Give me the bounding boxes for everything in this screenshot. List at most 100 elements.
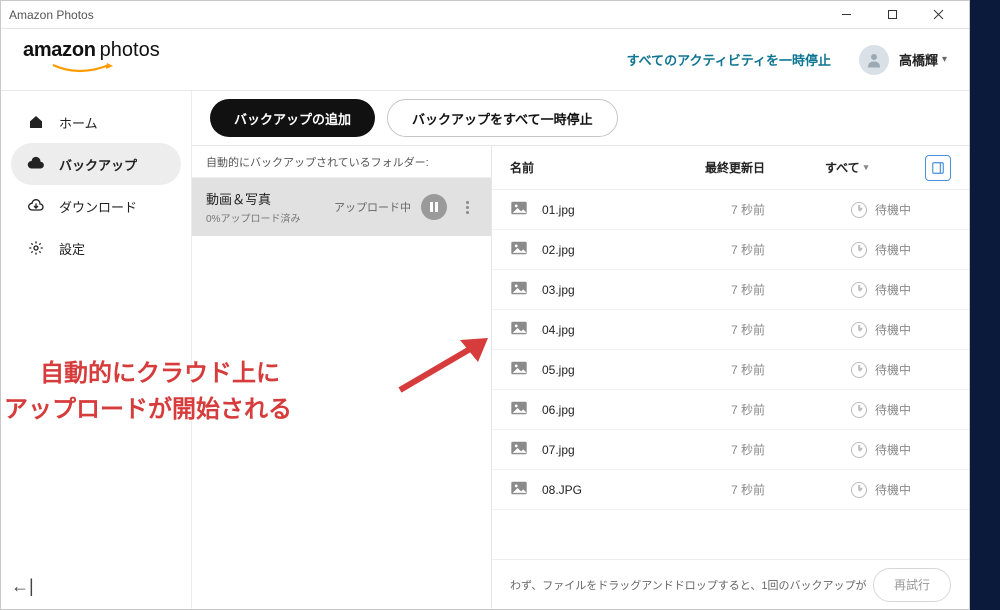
file-name: 06.jpg	[542, 403, 731, 417]
image-icon	[510, 361, 532, 378]
clock-icon	[851, 282, 867, 298]
file-date: 7 秒前	[731, 401, 851, 418]
home-icon	[27, 113, 45, 131]
panel-icon	[931, 161, 945, 175]
username[interactable]: 高橋輝	[899, 50, 938, 69]
file-row[interactable]: 01.jpg7 秒前待機中	[492, 190, 969, 230]
chevron-down-icon[interactable]: ▾	[942, 54, 947, 65]
brand-photos: photos	[100, 39, 160, 62]
dots-icon	[466, 201, 469, 204]
close-button[interactable]	[915, 1, 961, 29]
sidebar-item-settings[interactable]: 設定	[11, 227, 181, 269]
panel-toggle-button[interactable]	[925, 155, 951, 181]
file-status: 待機中	[851, 361, 951, 378]
maximize-button[interactable]	[869, 1, 915, 29]
titlebar: Amazon Photos	[1, 1, 969, 29]
column-status-filter[interactable]: すべて ▾	[825, 159, 925, 176]
clock-icon	[851, 202, 867, 218]
download-icon	[27, 197, 45, 215]
sidebar-item-label: ホーム	[59, 113, 98, 132]
minimize-button[interactable]	[823, 1, 869, 29]
clock-icon	[851, 442, 867, 458]
sidebar-item-label: 設定	[59, 239, 85, 258]
folder-name: 動画＆写真	[206, 189, 324, 208]
brand-amazon: amazon	[23, 39, 96, 62]
folder-status: アップロード中	[334, 199, 411, 215]
file-date: 7 秒前	[731, 241, 851, 258]
brand: amazon photos	[23, 39, 160, 80]
header: amazon photos すべてのアクティビティを一時停止 高橋輝 ▾	[1, 29, 969, 91]
maximize-icon	[887, 9, 898, 20]
column-date[interactable]: 最終更新日	[705, 159, 825, 176]
app-window: Amazon Photos amazon photos すべてのアクティビティを…	[0, 0, 970, 610]
clock-icon	[851, 362, 867, 378]
file-row[interactable]: 05.jpg7 秒前待機中	[492, 350, 969, 390]
file-status: 待機中	[851, 241, 951, 258]
window-title: Amazon Photos	[9, 8, 823, 22]
file-name: 05.jpg	[542, 363, 731, 377]
file-status: 待機中	[851, 201, 951, 218]
column-name[interactable]: 名前	[510, 159, 705, 176]
add-backup-button[interactable]: バックアップの追加	[210, 99, 375, 137]
file-date: 7 秒前	[731, 321, 851, 338]
file-row[interactable]: 07.jpg7 秒前待機中	[492, 430, 969, 470]
image-icon	[510, 441, 532, 458]
file-panel: 名前 最終更新日 すべて ▾ 01.jpg7 秒前待機中02.jpg7 秒前待機…	[492, 146, 969, 609]
folder-panel-header: 自動的にバックアップされているフォルダー:	[192, 146, 491, 178]
sidebar-item-home[interactable]: ホーム	[11, 101, 181, 143]
sidebar: ホーム バックアップ ダウンロード 設定	[1, 91, 191, 609]
image-icon	[510, 481, 532, 498]
file-list: 01.jpg7 秒前待機中02.jpg7 秒前待機中03.jpg7 秒前待機中0…	[492, 190, 969, 559]
file-name: 01.jpg	[542, 203, 731, 217]
file-date: 7 秒前	[731, 281, 851, 298]
footer: わず、ファイルをドラッグアンドドロップすると、1回のバックアップが 再試行	[492, 559, 969, 609]
minimize-icon	[841, 9, 852, 20]
sidebar-item-backup[interactable]: バックアップ	[11, 143, 181, 185]
file-status: 待機中	[851, 321, 951, 338]
smile-icon	[51, 63, 115, 75]
folder-panel: 自動的にバックアップされているフォルダー: 動画＆写真 0%アップロード済み ア…	[192, 146, 492, 609]
pause-all-link[interactable]: すべてのアクティビティを一時停止	[627, 50, 831, 69]
file-status: 待機中	[851, 441, 951, 458]
footer-hint: わず、ファイルをドラッグアンドドロップすると、1回のバックアップが	[510, 577, 873, 593]
sidebar-item-label: ダウンロード	[59, 197, 137, 216]
avatar-icon	[865, 51, 883, 69]
file-name: 03.jpg	[542, 283, 731, 297]
pause-icon	[429, 202, 439, 212]
clock-icon	[851, 322, 867, 338]
file-row[interactable]: 06.jpg7 秒前待機中	[492, 390, 969, 430]
avatar[interactable]	[859, 45, 889, 75]
sidebar-item-download[interactable]: ダウンロード	[11, 185, 181, 227]
pause-all-backups-button[interactable]: バックアップをすべて一時停止	[387, 99, 618, 137]
folder-more-button[interactable]	[457, 201, 477, 214]
folder-row[interactable]: 動画＆写真 0%アップロード済み アップロード中	[192, 178, 491, 236]
file-status: 待機中	[851, 481, 951, 498]
clock-icon	[851, 242, 867, 258]
retry-button[interactable]: 再試行	[873, 568, 951, 602]
file-name: 07.jpg	[542, 443, 731, 457]
main: バックアップの追加 バックアップをすべて一時停止 自動的にバックアップされている…	[191, 91, 969, 609]
sidebar-collapse-button[interactable]: ←|	[11, 576, 34, 597]
file-row[interactable]: 04.jpg7 秒前待機中	[492, 310, 969, 350]
file-date: 7 秒前	[731, 201, 851, 218]
file-name: 08.JPG	[542, 483, 731, 497]
file-status: 待機中	[851, 401, 951, 418]
clock-icon	[851, 482, 867, 498]
image-icon	[510, 401, 532, 418]
file-date: 7 秒前	[731, 361, 851, 378]
file-row[interactable]: 03.jpg7 秒前待機中	[492, 270, 969, 310]
cloud-icon	[27, 155, 45, 173]
close-icon	[933, 9, 944, 20]
gear-icon	[27, 239, 45, 257]
sidebar-item-label: バックアップ	[59, 155, 137, 174]
file-row[interactable]: 08.JPG7 秒前待機中	[492, 470, 969, 510]
image-icon	[510, 201, 532, 218]
file-name: 02.jpg	[542, 243, 731, 257]
clock-icon	[851, 402, 867, 418]
file-name: 04.jpg	[542, 323, 731, 337]
pause-folder-button[interactable]	[421, 194, 447, 220]
file-date: 7 秒前	[731, 441, 851, 458]
file-date: 7 秒前	[731, 481, 851, 498]
file-row[interactable]: 02.jpg7 秒前待機中	[492, 230, 969, 270]
file-list-header: 名前 最終更新日 すべて ▾	[492, 146, 969, 190]
